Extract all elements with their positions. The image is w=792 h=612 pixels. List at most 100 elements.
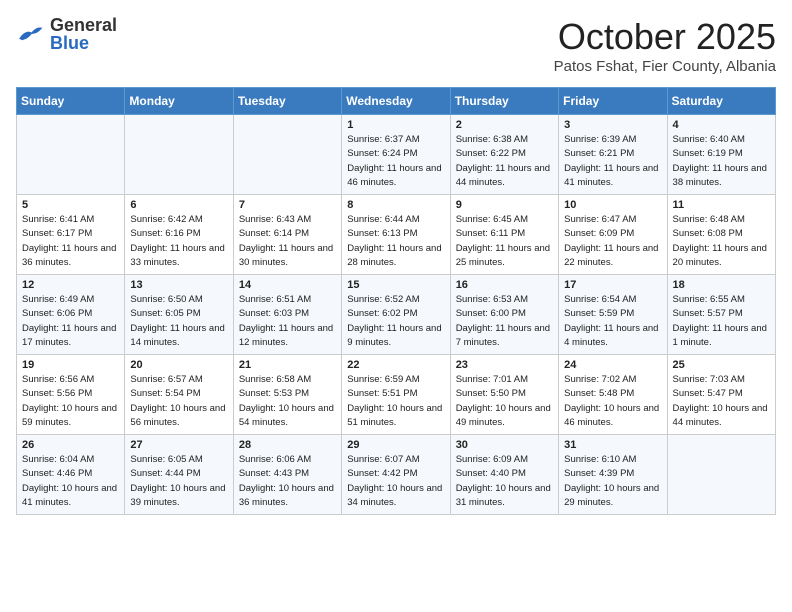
calendar-cell: 8Sunrise: 6:44 AM Sunset: 6:13 PM Daylig… <box>342 195 450 275</box>
day-number: 31 <box>564 439 661 451</box>
calendar-cell <box>125 115 233 195</box>
calendar-cell: 23 Sunrise: 7:01 AM Sunset: 5:50 PM Dayli… <box>450 355 558 435</box>
calendar-cell: 16 Sunrise: 6:53 AM Sunset: 6:00 PM Dayli… <box>450 275 558 355</box>
day-number: 6 <box>130 199 227 211</box>
day-info: Sunrise: 6:37 AM Sunset: 6:24 PM Dayligh… <box>347 133 444 190</box>
day-number: 20 <box>130 359 227 371</box>
week-row-4: 19Sunrise: 6:56 AM Sunset: 5:56 PM Dayli… <box>17 355 776 435</box>
calendar-cell: 21 Sunrise: 6:58 AM Sunset: 5:53 PM Dayli… <box>233 355 341 435</box>
calendar-cell: 14 Sunrise: 6:51 AM Sunset: 6:03 PM Dayli… <box>233 275 341 355</box>
day-info: Sunrise: 6:07 AM Sunset: 4:42 PM Dayligh… <box>347 453 444 510</box>
weekday-header-row: SundayMondayTuesdayWednesdayThursdayFrid… <box>17 88 776 115</box>
calendar-cell: 2 Sunrise: 6:38 AM Sunset: 6:22 PM Daylig… <box>450 115 558 195</box>
day-info: Sunrise: 7:02 AM Sunset: 5:48 PM Dayligh… <box>564 373 661 430</box>
day-number: 3 <box>564 119 661 131</box>
week-row-3: 12Sunrise: 6:49 AM Sunset: 6:06 PM Dayli… <box>17 275 776 355</box>
logo-blue: Blue <box>50 34 117 52</box>
calendar-cell <box>667 435 775 515</box>
calendar-cell: 31 Sunrise: 6:10 AM Sunset: 4:39 PM Dayli… <box>559 435 667 515</box>
day-info: Sunrise: 6:53 AM Sunset: 6:00 PM Dayligh… <box>456 293 553 350</box>
calendar-cell: 22 Sunrise: 6:59 AM Sunset: 5:51 PM Dayli… <box>342 355 450 435</box>
calendar-cell: 28 Sunrise: 6:06 AM Sunset: 4:43 PM Dayli… <box>233 435 341 515</box>
day-number: 30 <box>456 439 553 451</box>
calendar-cell: 13Sunrise: 6:50 AM Sunset: 6:05 PM Dayli… <box>125 275 233 355</box>
calendar-cell: 12Sunrise: 6:49 AM Sunset: 6:06 PM Dayli… <box>17 275 125 355</box>
day-number: 24 <box>564 359 661 371</box>
day-number: 14 <box>239 279 336 291</box>
day-number: 25 <box>673 359 770 371</box>
day-info: Sunrise: 6:45 AM Sunset: 6:11 PM Dayligh… <box>456 213 553 270</box>
day-number: 4 <box>673 119 770 131</box>
day-info: Sunrise: 7:01 AM Sunset: 5:50 PM Dayligh… <box>456 373 553 430</box>
calendar-cell: 17Sunrise: 6:54 AM Sunset: 5:59 PM Dayli… <box>559 275 667 355</box>
day-info: Sunrise: 6:10 AM Sunset: 4:39 PM Dayligh… <box>564 453 661 510</box>
calendar-cell: 6 Sunrise: 6:42 AM Sunset: 6:16 PM Daylig… <box>125 195 233 275</box>
day-info: Sunrise: 6:39 AM Sunset: 6:21 PM Dayligh… <box>564 133 661 190</box>
day-number: 7 <box>239 199 336 211</box>
calendar-cell <box>17 115 125 195</box>
day-number: 10 <box>564 199 661 211</box>
calendar-cell: 27 Sunrise: 6:05 AM Sunset: 4:44 PM Dayli… <box>125 435 233 515</box>
day-info: Sunrise: 6:51 AM Sunset: 6:03 PM Dayligh… <box>239 293 336 350</box>
location-subtitle: Patos Fshat, Fier County, Albania <box>554 58 776 75</box>
day-info: Sunrise: 6:56 AM Sunset: 5:56 PM Dayligh… <box>22 373 119 430</box>
calendar-cell: 3 Sunrise: 6:39 AM Sunset: 6:21 PM Daylig… <box>559 115 667 195</box>
day-number: 28 <box>239 439 336 451</box>
day-number: 15 <box>347 279 444 291</box>
logo-text: General Blue <box>50 16 117 52</box>
day-info: Sunrise: 6:55 AM Sunset: 5:57 PM Dayligh… <box>673 293 770 350</box>
calendar-cell: 20Sunrise: 6:57 AM Sunset: 5:54 PM Dayli… <box>125 355 233 435</box>
weekday-header-friday: Friday <box>559 88 667 115</box>
calendar-cell: 18 Sunrise: 6:55 AM Sunset: 5:57 PM Dayli… <box>667 275 775 355</box>
day-info: Sunrise: 6:05 AM Sunset: 4:44 PM Dayligh… <box>130 453 227 510</box>
day-number: 21 <box>239 359 336 371</box>
calendar-cell: 5 Sunrise: 6:41 AM Sunset: 6:17 PM Daylig… <box>17 195 125 275</box>
day-number: 18 <box>673 279 770 291</box>
day-number: 12 <box>22 279 119 291</box>
calendar-cell: 25 Sunrise: 7:03 AM Sunset: 5:47 PM Dayli… <box>667 355 775 435</box>
page-header: General Blue October 2025 Patos Fshat, F… <box>16 16 776 75</box>
calendar-cell <box>233 115 341 195</box>
calendar-cell: 26Sunrise: 6:04 AM Sunset: 4:46 PM Dayli… <box>17 435 125 515</box>
weekday-header-thursday: Thursday <box>450 88 558 115</box>
calendar-cell: 1 Sunrise: 6:37 AM Sunset: 6:24 PM Daylig… <box>342 115 450 195</box>
day-number: 23 <box>456 359 553 371</box>
day-info: Sunrise: 6:58 AM Sunset: 5:53 PM Dayligh… <box>239 373 336 430</box>
day-number: 29 <box>347 439 444 451</box>
day-number: 5 <box>22 199 119 211</box>
calendar-cell: 19Sunrise: 6:56 AM Sunset: 5:56 PM Dayli… <box>17 355 125 435</box>
day-info: Sunrise: 6:52 AM Sunset: 6:02 PM Dayligh… <box>347 293 444 350</box>
day-info: Sunrise: 6:43 AM Sunset: 6:14 PM Dayligh… <box>239 213 336 270</box>
calendar-cell: 4Sunrise: 6:40 AM Sunset: 6:19 PM Daylig… <box>667 115 775 195</box>
week-row-1: 1 Sunrise: 6:37 AM Sunset: 6:24 PM Daylig… <box>17 115 776 195</box>
day-info: Sunrise: 6:50 AM Sunset: 6:05 PM Dayligh… <box>130 293 227 350</box>
day-number: 11 <box>673 199 770 211</box>
day-number: 22 <box>347 359 444 371</box>
weekday-header-sunday: Sunday <box>17 88 125 115</box>
calendar-cell: 30Sunrise: 6:09 AM Sunset: 4:40 PM Dayli… <box>450 435 558 515</box>
weekday-header-wednesday: Wednesday <box>342 88 450 115</box>
day-info: Sunrise: 6:04 AM Sunset: 4:46 PM Dayligh… <box>22 453 119 510</box>
day-info: Sunrise: 6:41 AM Sunset: 6:17 PM Dayligh… <box>22 213 119 270</box>
calendar-table: SundayMondayTuesdayWednesdayThursdayFrid… <box>16 87 776 515</box>
day-number: 2 <box>456 119 553 131</box>
title-block: October 2025 Patos Fshat, Fier County, A… <box>554 16 776 75</box>
day-number: 16 <box>456 279 553 291</box>
logo-general: General <box>50 16 117 34</box>
day-number: 27 <box>130 439 227 451</box>
day-info: Sunrise: 6:38 AM Sunset: 6:22 PM Dayligh… <box>456 133 553 190</box>
day-info: Sunrise: 6:47 AM Sunset: 6:09 PM Dayligh… <box>564 213 661 270</box>
day-info: Sunrise: 7:03 AM Sunset: 5:47 PM Dayligh… <box>673 373 770 430</box>
day-number: 8 <box>347 199 444 211</box>
day-info: Sunrise: 6:48 AM Sunset: 6:08 PM Dayligh… <box>673 213 770 270</box>
calendar-cell: 7 Sunrise: 6:43 AM Sunset: 6:14 PM Daylig… <box>233 195 341 275</box>
day-info: Sunrise: 6:06 AM Sunset: 4:43 PM Dayligh… <box>239 453 336 510</box>
weekday-header-tuesday: Tuesday <box>233 88 341 115</box>
day-info: Sunrise: 6:59 AM Sunset: 5:51 PM Dayligh… <box>347 373 444 430</box>
calendar-cell: 15 Sunrise: 6:52 AM Sunset: 6:02 PM Dayli… <box>342 275 450 355</box>
day-info: Sunrise: 6:42 AM Sunset: 6:16 PM Dayligh… <box>130 213 227 270</box>
logo: General Blue <box>16 16 117 52</box>
calendar-cell: 11 Sunrise: 6:48 AM Sunset: 6:08 PM Dayli… <box>667 195 775 275</box>
day-number: 1 <box>347 119 444 131</box>
calendar-cell: 24 Sunrise: 7:02 AM Sunset: 5:48 PM Dayli… <box>559 355 667 435</box>
